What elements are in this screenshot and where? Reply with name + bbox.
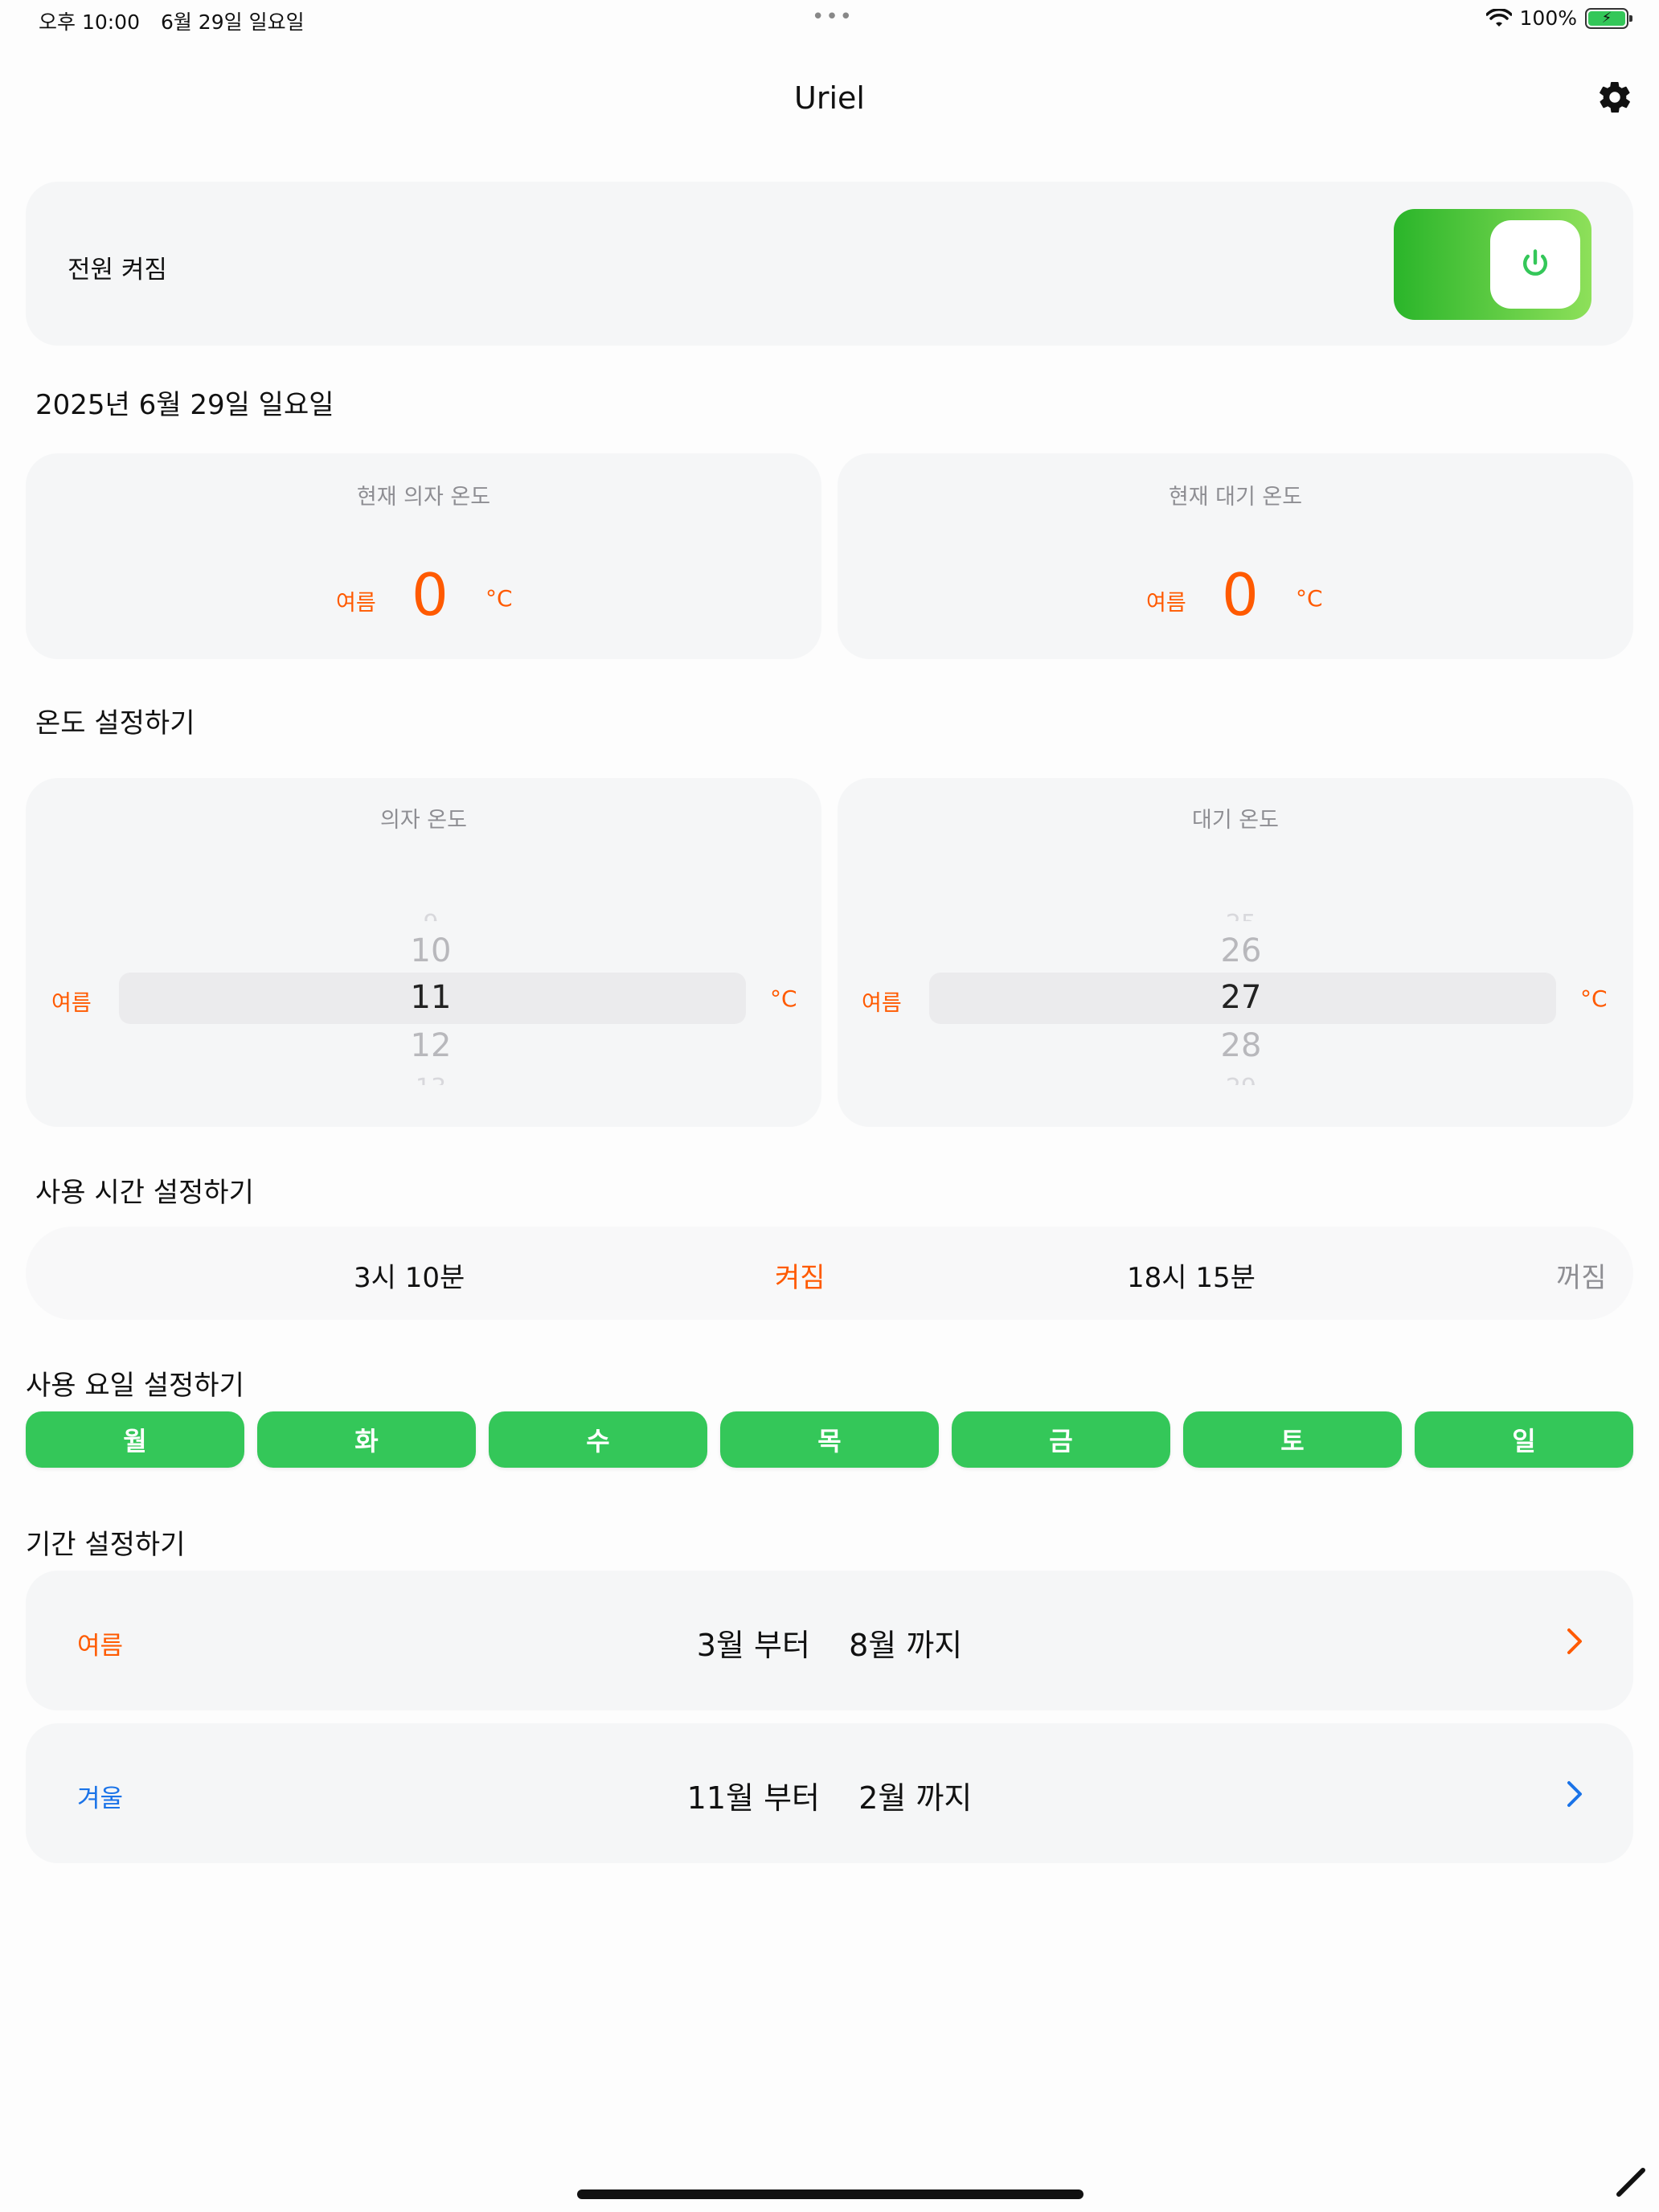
day-button-mon[interactable]: 월: [26, 1411, 244, 1468]
air-picker-unit: °C: [1580, 985, 1608, 1012]
current-air-temp-value: 0: [1222, 561, 1259, 629]
battery-percent: 100%: [1519, 6, 1577, 30]
air-picker-season: 여름: [862, 991, 902, 1016]
chair-picker-unit: °C: [770, 985, 797, 1012]
winter-period-from: 11월 부터: [686, 1780, 820, 1816]
chevron-right-icon[interactable]: [1563, 1778, 1587, 1810]
chevron-right-icon[interactable]: [1563, 1625, 1587, 1657]
current-chair-season: 여름: [336, 591, 376, 616]
chair-picker-row[interactable]: 10: [350, 932, 511, 969]
status-bar-right: 100% ⚡: [1485, 6, 1632, 30]
winter-period-to: 2월 까지: [858, 1780, 973, 1816]
charging-bolt-icon: ⚡: [1588, 10, 1625, 26]
current-air-season: 여름: [1146, 591, 1186, 616]
pencil-icon: [1616, 2168, 1645, 2197]
current-air-temp-caption: 현재 대기 온도: [1168, 485, 1303, 510]
summer-period-range: 3월 부터 8월 까지: [26, 1620, 1633, 1665]
winter-period-range: 11월 부터 2월 까지: [26, 1773, 1633, 1817]
status-time: 오후 10:00: [39, 10, 140, 34]
air-picker-row[interactable]: 26: [1161, 932, 1321, 969]
chair-picker-season: 여름: [51, 991, 92, 1016]
air-picker-row[interactable]: 29: [1161, 1074, 1321, 1085]
date-heading: 2025년 6월 29일 일요일: [35, 389, 334, 421]
power-toggle-knob[interactable]: [1490, 220, 1580, 309]
day-button-sun[interactable]: 일: [1415, 1411, 1633, 1468]
current-chair-temp-caption: 현재 의자 온도: [356, 485, 491, 510]
summer-period-from: 3월 부터: [696, 1628, 810, 1663]
air-picker-row[interactable]: 28: [1161, 1027, 1321, 1064]
day-button-tue[interactable]: 화: [257, 1411, 476, 1468]
chair-picker-row[interactable]: 9: [350, 910, 511, 921]
chair-picker-row[interactable]: 12: [350, 1027, 511, 1064]
day-button-wed[interactable]: 수: [489, 1411, 707, 1468]
power-icon: [1523, 249, 1547, 276]
air-picker-selected[interactable]: 27: [1161, 979, 1321, 1016]
on-time-label: 켜짐: [775, 1262, 825, 1294]
page-title: Uriel: [794, 80, 865, 116]
chair-temp-picker-caption: 의자 온도: [380, 808, 467, 833]
chair-picker-row[interactable]: 13: [350, 1074, 511, 1085]
day-button-thu[interactable]: 목: [720, 1411, 939, 1468]
wifi-icon: [1485, 8, 1512, 27]
status-date: 6월 29일 일요일: [160, 10, 305, 34]
usage-days-title: 사용 요일 설정하기: [26, 1370, 244, 1402]
status-bar-left: 오후 10:00 6월 29일 일요일: [39, 6, 319, 35]
period-title: 기간 설정하기: [26, 1529, 186, 1561]
off-time-label: 꺼짐: [1556, 1262, 1607, 1294]
power-status-label: 전원 켜짐: [68, 256, 167, 285]
current-chair-temp-value: 0: [412, 561, 449, 629]
gear-icon[interactable]: [1596, 79, 1633, 116]
current-chair-temp-unit: °C: [485, 585, 513, 612]
multitask-dots[interactable]: •••: [812, 5, 854, 29]
air-temp-picker-caption: 대기 온도: [1192, 808, 1279, 833]
current-air-temp-unit: °C: [1296, 585, 1323, 612]
off-time-value[interactable]: 18시 15분: [1127, 1256, 1256, 1295]
day-button-fri[interactable]: 금: [952, 1411, 1170, 1468]
usage-time-card: [26, 1227, 1633, 1320]
usage-time-title: 사용 시간 설정하기: [35, 1177, 254, 1209]
air-picker-row[interactable]: 25: [1161, 910, 1321, 921]
chair-picker-selected[interactable]: 11: [350, 979, 511, 1016]
day-button-sat[interactable]: 토: [1183, 1411, 1402, 1468]
on-time-value[interactable]: 3시 10분: [354, 1256, 465, 1295]
power-card: [26, 182, 1633, 346]
summer-period-to: 8월 까지: [849, 1628, 963, 1663]
home-indicator[interactable]: [577, 2189, 1083, 2199]
temp-setting-title: 온도 설정하기: [35, 707, 195, 739]
battery-icon: ⚡: [1585, 7, 1632, 29]
